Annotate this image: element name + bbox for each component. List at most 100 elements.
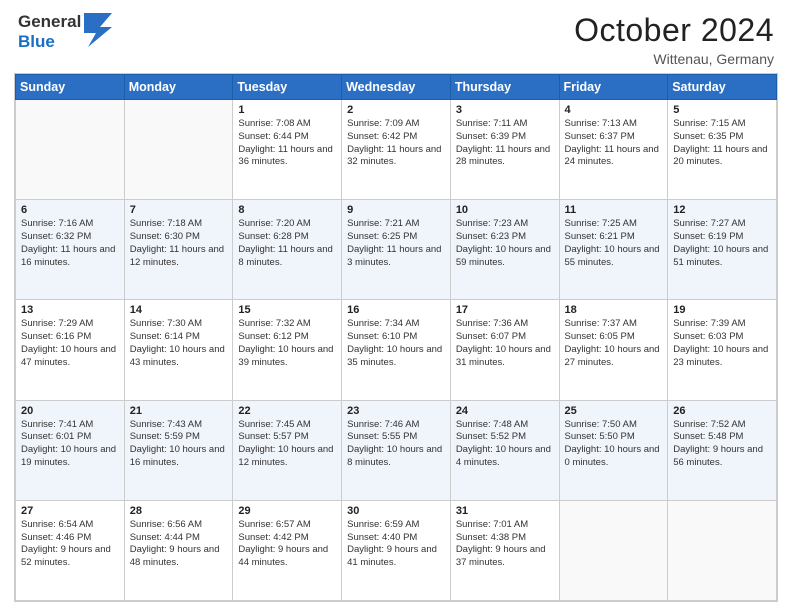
calendar-cell: 19 Sunrise: 7:39 AM Sunset: 6:03 PM Dayli… — [668, 300, 777, 400]
day-info: Sunrise: 6:56 AM Sunset: 4:44 PM Dayligh… — [130, 519, 228, 570]
calendar-header: SundayMondayTuesdayWednesdayThursdayFrid… — [16, 75, 777, 100]
day-number: 10 — [456, 204, 554, 216]
day-info: Sunrise: 7:18 AM Sunset: 6:30 PM Dayligh… — [130, 218, 228, 269]
day-info: Sunrise: 7:13 AM Sunset: 6:37 PM Dayligh… — [565, 118, 663, 169]
day-number: 4 — [565, 104, 663, 116]
page: General Blue October 2024 Wittenau, Germ… — [0, 0, 792, 612]
day-number: 16 — [347, 304, 445, 316]
calendar-cell: 18 Sunrise: 7:37 AM Sunset: 6:05 PM Dayli… — [559, 300, 668, 400]
location-subtitle: Wittenau, Germany — [574, 51, 774, 67]
calendar-cell: 30 Sunrise: 6:59 AM Sunset: 4:40 PM Dayli… — [342, 500, 451, 600]
calendar-cell: 7 Sunrise: 7:18 AM Sunset: 6:30 PM Daylig… — [124, 200, 233, 300]
calendar-cell: 20Sunrise: 7:41 AM Sunset: 6:01 PM Dayli… — [16, 400, 125, 500]
day-info: Sunrise: 7:34 AM Sunset: 6:10 PM Dayligh… — [347, 318, 445, 369]
day-info: Sunrise: 7:45 AM Sunset: 5:57 PM Dayligh… — [238, 419, 336, 470]
day-info: Sunrise: 7:29 AM Sunset: 6:16 PM Dayligh… — [21, 318, 119, 369]
day-number: 29 — [238, 505, 336, 517]
day-number: 28 — [130, 505, 228, 517]
calendar-cell: 13 Sunrise: 7:29 AM Sunset: 6:16 PM Dayli… — [16, 300, 125, 400]
day-number: 11 — [565, 204, 663, 216]
day-info: Sunrise: 7:41 AM Sunset: 6:01 PM Dayligh… — [21, 419, 119, 470]
day-number: 2 — [347, 104, 445, 116]
day-number: 3 — [456, 104, 554, 116]
calendar: SundayMondayTuesdayWednesdayThursdayFrid… — [14, 73, 778, 602]
month-year-title: October 2024 — [574, 12, 774, 49]
day-number: 18 — [565, 304, 663, 316]
day-number: 31 — [456, 505, 554, 517]
day-info: Sunrise: 7:37 AM Sunset: 6:05 PM Dayligh… — [565, 318, 663, 369]
day-number: 27 — [21, 505, 119, 517]
calendar-cell: 9 Sunrise: 7:21 AM Sunset: 6:25 PM Daylig… — [342, 200, 451, 300]
day-info: Sunrise: 7:09 AM Sunset: 6:42 PM Dayligh… — [347, 118, 445, 169]
day-info: Sunrise: 7:15 AM Sunset: 6:35 PM Dayligh… — [673, 118, 771, 169]
day-info: Sunrise: 7:11 AM Sunset: 6:39 PM Dayligh… — [456, 118, 554, 169]
day-number: 22 — [238, 405, 336, 417]
calendar-cell: 3 Sunrise: 7:11 AM Sunset: 6:39 PM Daylig… — [450, 100, 559, 200]
day-number: 25 — [565, 405, 663, 417]
day-info: Sunrise: 7:46 AM Sunset: 5:55 PM Dayligh… — [347, 419, 445, 470]
calendar-cell: 16 Sunrise: 7:34 AM Sunset: 6:10 PM Dayli… — [342, 300, 451, 400]
day-info: Sunrise: 7:16 AM Sunset: 6:32 PM Dayligh… — [21, 218, 119, 269]
day-number: 13 — [21, 304, 119, 316]
day-number: 24 — [456, 405, 554, 417]
calendar-body: 1Sunrise: 7:08 AM Sunset: 6:44 PM Daylig… — [16, 100, 777, 601]
day-number: 14 — [130, 304, 228, 316]
day-info: Sunrise: 7:50 AM Sunset: 5:50 PM Dayligh… — [565, 419, 663, 470]
calendar-cell — [124, 100, 233, 200]
calendar-cell: 31 Sunrise: 7:01 AM Sunset: 4:38 PM Dayli… — [450, 500, 559, 600]
calendar-cell: 21 Sunrise: 7:43 AM Sunset: 5:59 PM Dayli… — [124, 400, 233, 500]
calendar-cell: 5 Sunrise: 7:15 AM Sunset: 6:35 PM Daylig… — [668, 100, 777, 200]
day-number: 1 — [238, 104, 336, 116]
day-info: Sunrise: 7:25 AM Sunset: 6:21 PM Dayligh… — [565, 218, 663, 269]
calendar-cell: 6 Sunrise: 7:16 AM Sunset: 6:32 PM Daylig… — [16, 200, 125, 300]
calendar-cell: 14Sunrise: 7:30 AM Sunset: 6:14 PM Dayli… — [124, 300, 233, 400]
day-info: Sunrise: 6:54 AM Sunset: 4:46 PM Dayligh… — [21, 519, 119, 570]
day-number: 30 — [347, 505, 445, 517]
weekday-header-monday: Monday — [124, 75, 233, 100]
week-row-3: 13 Sunrise: 7:29 AM Sunset: 6:16 PM Dayli… — [16, 300, 777, 400]
calendar-cell: 12Sunrise: 7:27 AM Sunset: 6:19 PM Dayli… — [668, 200, 777, 300]
day-number: 5 — [673, 104, 771, 116]
day-number: 8 — [238, 204, 336, 216]
calendar-cell: 8 Sunrise: 7:20 AM Sunset: 6:28 PM Daylig… — [233, 200, 342, 300]
calendar-cell: 2 Sunrise: 7:09 AM Sunset: 6:42 PM Daylig… — [342, 100, 451, 200]
day-number: 7 — [130, 204, 228, 216]
day-number: 9 — [347, 204, 445, 216]
week-row-4: 20Sunrise: 7:41 AM Sunset: 6:01 PM Dayli… — [16, 400, 777, 500]
day-info: Sunrise: 7:20 AM Sunset: 6:28 PM Dayligh… — [238, 218, 336, 269]
day-info: Sunrise: 7:52 AM Sunset: 5:48 PM Dayligh… — [673, 419, 771, 470]
calendar-cell: 11 Sunrise: 7:25 AM Sunset: 6:21 PM Dayli… — [559, 200, 668, 300]
day-number: 21 — [130, 405, 228, 417]
weekday-header-tuesday: Tuesday — [233, 75, 342, 100]
calendar-cell — [16, 100, 125, 200]
day-info: Sunrise: 7:43 AM Sunset: 5:59 PM Dayligh… — [130, 419, 228, 470]
calendar-cell — [668, 500, 777, 600]
weekday-header-saturday: Saturday — [668, 75, 777, 100]
weekday-header-friday: Friday — [559, 75, 668, 100]
day-info: Sunrise: 7:21 AM Sunset: 6:25 PM Dayligh… — [347, 218, 445, 269]
weekday-header-thursday: Thursday — [450, 75, 559, 100]
header: General Blue October 2024 Wittenau, Germ… — [0, 0, 792, 73]
day-info: Sunrise: 7:01 AM Sunset: 4:38 PM Dayligh… — [456, 519, 554, 570]
title-block: October 2024 Wittenau, Germany — [574, 12, 774, 67]
logo: General Blue — [18, 12, 112, 51]
calendar-cell: 24Sunrise: 7:48 AM Sunset: 5:52 PM Dayli… — [450, 400, 559, 500]
calendar-cell: 28 Sunrise: 6:56 AM Sunset: 4:44 PM Dayli… — [124, 500, 233, 600]
calendar-cell: 10Sunrise: 7:23 AM Sunset: 6:23 PM Dayli… — [450, 200, 559, 300]
day-info: Sunrise: 7:39 AM Sunset: 6:03 PM Dayligh… — [673, 318, 771, 369]
week-row-2: 6 Sunrise: 7:16 AM Sunset: 6:32 PM Daylig… — [16, 200, 777, 300]
calendar-cell: 27 Sunrise: 6:54 AM Sunset: 4:46 PM Dayli… — [16, 500, 125, 600]
calendar-cell: 1Sunrise: 7:08 AM Sunset: 6:44 PM Daylig… — [233, 100, 342, 200]
day-number: 15 — [238, 304, 336, 316]
calendar-cell: 17Sunrise: 7:36 AM Sunset: 6:07 PM Dayli… — [450, 300, 559, 400]
day-number: 19 — [673, 304, 771, 316]
calendar-cell: 22 Sunrise: 7:45 AM Sunset: 5:57 PM Dayli… — [233, 400, 342, 500]
logo-icon — [84, 13, 112, 47]
day-info: Sunrise: 6:59 AM Sunset: 4:40 PM Dayligh… — [347, 519, 445, 570]
day-info: Sunrise: 7:27 AM Sunset: 6:19 PM Dayligh… — [673, 218, 771, 269]
day-number: 6 — [21, 204, 119, 216]
day-info: Sunrise: 6:57 AM Sunset: 4:42 PM Dayligh… — [238, 519, 336, 570]
weekday-row: SundayMondayTuesdayWednesdayThursdayFrid… — [16, 75, 777, 100]
day-number: 26 — [673, 405, 771, 417]
day-number: 17 — [456, 304, 554, 316]
